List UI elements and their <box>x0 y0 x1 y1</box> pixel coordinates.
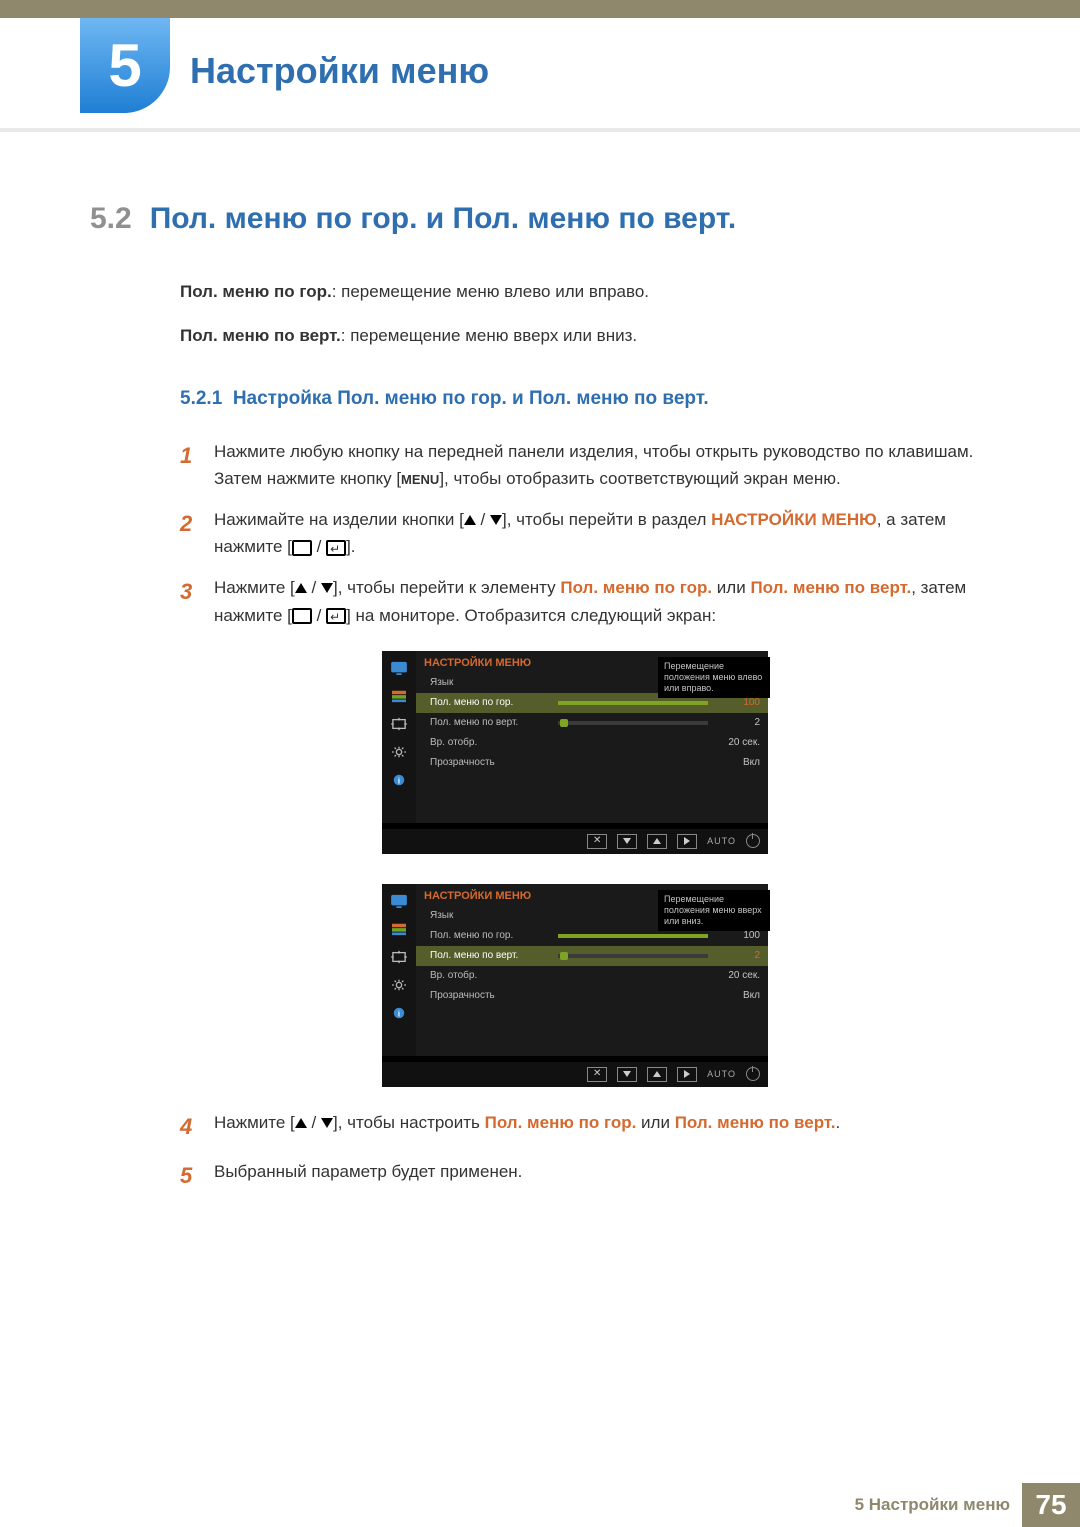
step-5-text: Выбранный параметр будет применен. <box>214 1158 990 1193</box>
step-4-text: Нажмите [ / ], чтобы настроить Пол. меню… <box>214 1109 990 1144</box>
osd-row-vpos: Пол. меню по верт.2 <box>416 713 768 733</box>
section-number: 5.2 <box>90 202 132 235</box>
picture-icon <box>390 661 408 675</box>
osd-nav-right-icon <box>677 1067 697 1082</box>
gear-icon <box>390 745 408 759</box>
info-icon: i <box>390 773 408 787</box>
page-footer: 5 Настройки меню 75 <box>855 1483 1080 1527</box>
section-title: Пол. меню по гор. и Пол. меню по верт. <box>150 202 736 235</box>
step-number-2: 2 <box>180 506 214 560</box>
osd-row-time: Вр. отобр.20 сек. <box>416 966 768 986</box>
size-icon <box>390 950 408 964</box>
triangle-down-icon <box>321 1118 333 1128</box>
osd-nav-power-icon <box>746 834 760 848</box>
osd-nav-up-icon <box>647 834 667 849</box>
osd-nav-auto-label: AUTO <box>707 836 736 846</box>
triangle-up-icon <box>295 1118 307 1128</box>
info-icon: i <box>390 1006 408 1020</box>
intro-paragraph-2: Пол. меню по верт.: перемещение меню вве… <box>180 324 990 348</box>
osd-nav-right-icon <box>677 834 697 849</box>
triangle-up-icon <box>464 515 476 525</box>
step-number-1: 1 <box>180 438 214 492</box>
source-icon <box>292 540 312 556</box>
step-number-5: 5 <box>180 1158 214 1193</box>
triangle-up-icon <box>295 583 307 593</box>
step-number-4: 4 <box>180 1109 214 1144</box>
osd-nav-power-icon <box>746 1067 760 1081</box>
chapter-title: Настройки меню <box>190 50 489 92</box>
svg-text:i: i <box>398 776 400 785</box>
color-icon <box>390 922 408 936</box>
step-1-text: Нажмите любую кнопку на передней панели … <box>214 438 990 492</box>
osd-screenshot-hpos: i НАСТРОЙКИ МЕНЮ ЯзыкРусский Пол. меню п… <box>382 651 768 854</box>
menu-key-label: MENU <box>401 472 439 487</box>
picture-icon <box>390 894 408 908</box>
section-heading: 5.2 Пол. меню по гор. и Пол. меню по верт… <box>90 202 990 236</box>
osd-nav-up-icon <box>647 1067 667 1082</box>
enter-icon <box>326 540 346 556</box>
osd-row-time: Вр. отобр.20 сек. <box>416 733 768 753</box>
subsection-heading: 5.2.1 Настройка Пол. меню по гор. и Пол.… <box>180 388 990 410</box>
osd-nav-close-icon: ✕ <box>587 834 607 849</box>
osd-nav-auto-label: AUTO <box>707 1069 736 1079</box>
osd-row-transp: ПрозрачностьВкл <box>416 753 768 773</box>
footer-chapter-label: 5 Настройки меню <box>855 1495 1010 1515</box>
osd-nav-down-icon <box>617 1067 637 1082</box>
page-number: 75 <box>1022 1483 1080 1527</box>
osd-nav-down-icon <box>617 834 637 849</box>
source-icon <box>292 608 312 624</box>
gear-icon <box>390 978 408 992</box>
osd-tooltip: Перемещение положения меню влево или впр… <box>658 657 770 699</box>
step-2-text: Нажимайте на изделии кнопки [ / ], чтобы… <box>214 506 990 560</box>
intro-paragraph-1: Пол. меню по гор.: перемещение меню влев… <box>180 280 990 304</box>
triangle-down-icon <box>321 583 333 593</box>
step-3-text: Нажмите [ / ], чтобы перейти к элементу … <box>214 574 990 628</box>
osd-row-transp: ПрозрачностьВкл <box>416 986 768 1006</box>
color-icon <box>390 689 408 703</box>
size-icon <box>390 717 408 731</box>
chapter-number-badge: 5 <box>80 18 170 113</box>
osd-row-vpos-selected: Пол. меню по верт.2 <box>416 946 768 966</box>
enter-icon <box>326 608 346 624</box>
step-number-3: 3 <box>180 574 214 628</box>
osd-nav-close-icon: ✕ <box>587 1067 607 1082</box>
osd-screenshot-vpos: i НАСТРОЙКИ МЕНЮ ЯзыкРусский Пол. меню п… <box>382 884 768 1087</box>
triangle-down-icon <box>490 515 502 525</box>
svg-text:i: i <box>398 1009 400 1018</box>
osd-tooltip: Перемещение положения меню вверх или вни… <box>658 890 770 932</box>
